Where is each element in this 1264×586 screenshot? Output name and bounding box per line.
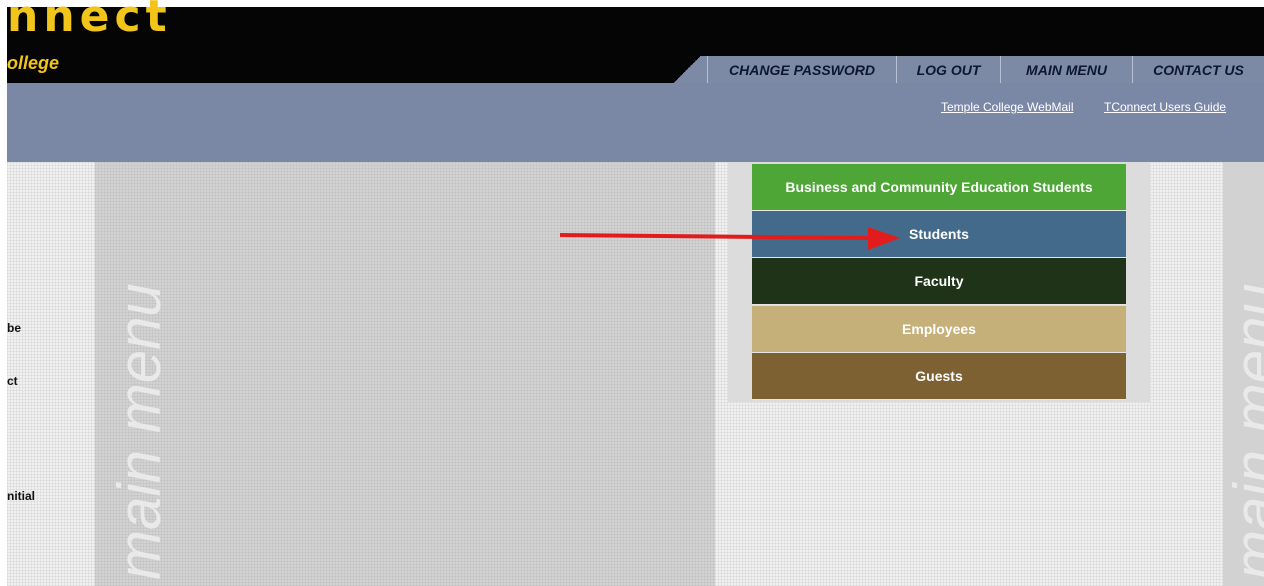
arrow-shaft bbox=[559, 233, 873, 240]
arrow-head bbox=[868, 227, 900, 250]
red-arrow-annotation bbox=[559, 227, 900, 250]
